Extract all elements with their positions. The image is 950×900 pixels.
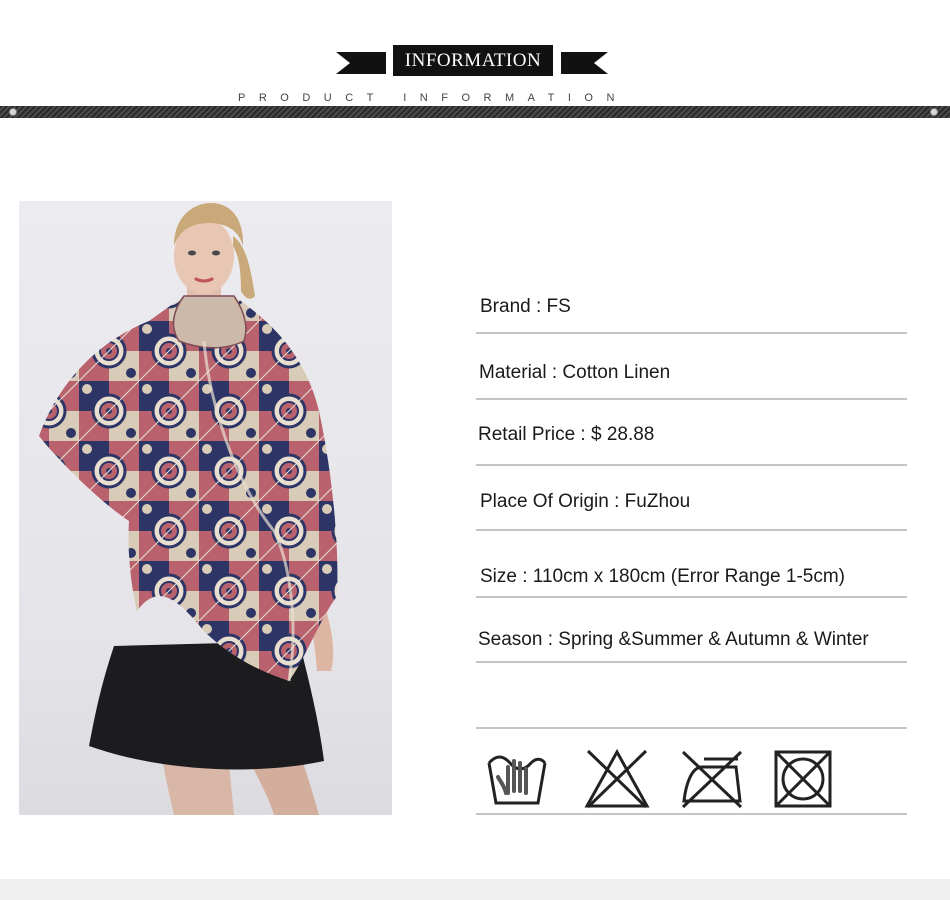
divider-stripe <box>0 106 950 118</box>
spec-row-brand: Brand : FS <box>476 270 907 334</box>
banner-subtitle: PRODUCT INFORMATION <box>238 92 628 104</box>
spec-row-price: Retail Price : $ 28.88 <box>476 402 907 466</box>
spec-row-origin: Place Of Origin : FuZhou <box>476 467 907 531</box>
model-wearing-scarf-image <box>39 203 338 815</box>
hand-wash-icon <box>487 755 547 805</box>
banner-title: INFORMATION <box>393 45 553 76</box>
product-photo <box>19 201 392 815</box>
spec-size: Size : 110cm x 180cm (Error Range 1-5cm) <box>480 566 845 587</box>
spec-material: Material : Cotton Linen <box>479 362 671 383</box>
footer-band <box>0 879 950 900</box>
rivet-right-icon <box>930 108 938 116</box>
spec-place-of-origin: Place Of Origin : FuZhou <box>480 491 691 512</box>
care-instructions <box>476 727 907 815</box>
spec-season: Season : Spring &Summer & Autumn & Winte… <box>478 629 869 650</box>
do-not-bleach-icon <box>584 749 650 809</box>
banner-left-ribbon-icon <box>336 52 386 74</box>
banner-right-ribbon-icon <box>561 52 608 74</box>
header: INFORMATION PRODUCT INFORMATION <box>0 0 950 120</box>
spec-row-material: Material : Cotton Linen <box>476 336 907 400</box>
do-not-iron-icon <box>681 750 743 809</box>
spec-row-season: Season : Spring &Summer & Autumn & Winte… <box>476 599 907 663</box>
do-not-tumble-dry-icon <box>774 750 832 808</box>
spec-row-size: Size : 110cm x 180cm (Error Range 1-5cm) <box>476 534 907 598</box>
spec-brand: Brand : FS <box>480 296 571 317</box>
spec-retail-price: Retail Price : $ 28.88 <box>478 424 655 445</box>
rivet-left-icon <box>9 108 17 116</box>
